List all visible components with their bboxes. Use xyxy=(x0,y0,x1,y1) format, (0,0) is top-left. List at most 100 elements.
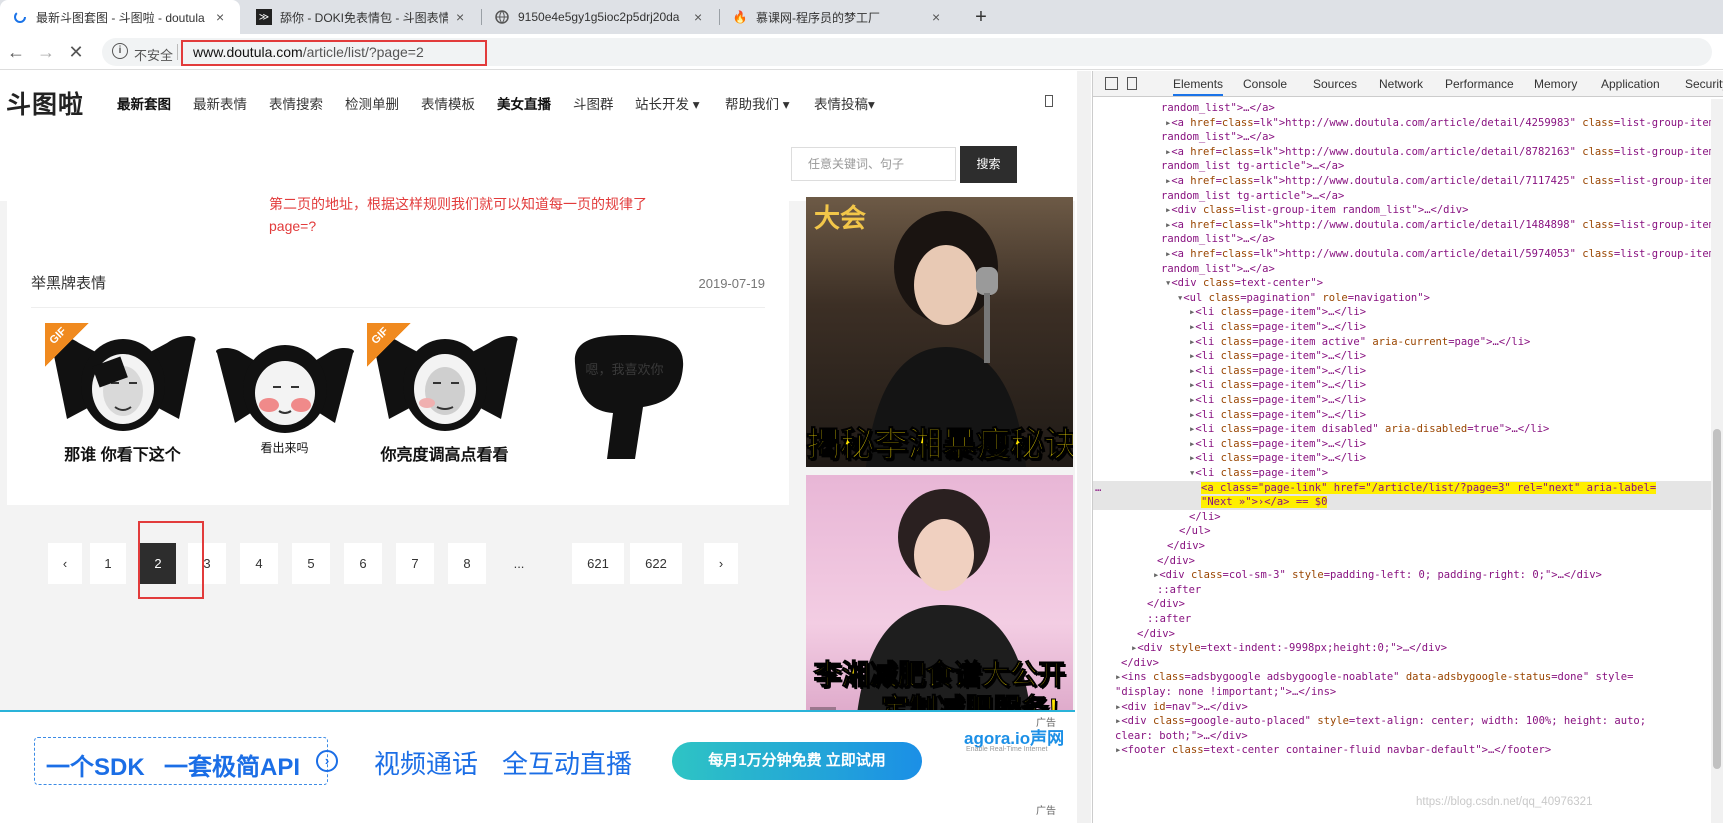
close-tab-icon[interactable]: × xyxy=(694,9,706,25)
tab-doki[interactable]: ≫ 舔你 - DOKI免表情包 - 斗图表情 × xyxy=(244,0,480,34)
stop-loading-icon[interactable]: ✕ xyxy=(64,40,88,64)
dom-node-line[interactable]: </li> xyxy=(1093,510,1723,525)
dom-node-line[interactable]: ▸<a href=class=lk">http://www.doutula.co… xyxy=(1093,116,1723,131)
devtools-tab-network[interactable]: Network xyxy=(1379,77,1423,91)
dom-node-line[interactable]: </ul> xyxy=(1093,524,1723,539)
dom-node-line[interactable]: ▸<a href=class=lk">http://www.doutula.co… xyxy=(1093,174,1723,189)
devtools-scrollbar[interactable] xyxy=(1711,99,1723,823)
devtools-tab-console[interactable]: Console xyxy=(1243,77,1287,91)
close-tab-icon[interactable]: × xyxy=(456,9,468,25)
search-button[interactable]: 搜索 xyxy=(960,146,1017,183)
dom-node-line[interactable]: ▸<li class=page-item active" aria-curren… xyxy=(1093,335,1723,350)
menu-latest-sets[interactable]: 最新套图 xyxy=(117,93,171,113)
article-title[interactable]: 举黑牌表情 xyxy=(31,272,106,293)
devtools-tab-application[interactable]: Application xyxy=(1601,77,1660,91)
dom-node-line[interactable]: ▸<ins class=adsbygoogle adsbygoogle-noab… xyxy=(1093,670,1723,685)
meme-image[interactable]: 看出来吗 xyxy=(207,323,362,463)
article-card[interactable]: 举黑牌表情 2019-07-19 GIF 那谁 你看下这个 看出来吗 GIF 你… xyxy=(7,251,789,505)
security-label[interactable]: 不安全 xyxy=(134,45,173,64)
page-621[interactable]: 621 xyxy=(572,543,624,584)
dom-node-line[interactable]: random_list">…</a> xyxy=(1093,232,1723,247)
page-next[interactable]: › xyxy=(704,543,738,584)
dom-node-line[interactable]: clear: both;">…</div> xyxy=(1093,729,1723,744)
menu-emote-templates[interactable]: 表情模板 xyxy=(421,93,475,113)
dom-node-line[interactable]: </div> xyxy=(1093,627,1723,642)
menu-developers[interactable]: 站长开发 ▾ xyxy=(635,93,700,113)
dom-node-line[interactable]: ▾<div class=text-center"> xyxy=(1093,276,1723,291)
meme-image[interactable]: 嗯，我喜欢你 xyxy=(547,323,702,463)
dom-node-line[interactable]: ::after xyxy=(1093,583,1723,598)
mobile-icon[interactable] xyxy=(1045,95,1053,107)
dom-node-line[interactable]: ▸<footer class=text-center container-flu… xyxy=(1093,743,1723,758)
tab-doutula-list[interactable]: 最新斗图套图 - 斗图啦 - doutula × xyxy=(0,0,240,34)
dom-tree[interactable]: random_list">…</a> ▸<a href=class=lk">htt… xyxy=(1093,99,1723,823)
page-5[interactable]: 5 xyxy=(292,543,330,584)
page-1[interactable]: 1 xyxy=(90,543,126,584)
menu-latest-emotes[interactable]: 最新表情 xyxy=(193,93,247,113)
dom-node-line[interactable]: ▸<li class=page-item">…</li> xyxy=(1093,437,1723,452)
menu-live[interactable]: 美女直播 xyxy=(497,93,551,113)
dom-node-line[interactable]: ▸<div id=nav">…</div> xyxy=(1093,700,1723,715)
dom-node-line[interactable]: ▸<li class=page-item disabled" aria-disa… xyxy=(1093,422,1723,437)
dom-node-line[interactable]: </div> xyxy=(1093,597,1723,612)
dom-node-line[interactable]: ▾<li class=page-item"> xyxy=(1093,466,1723,481)
dom-node-line[interactable]: </div> xyxy=(1093,554,1723,569)
ad-banner[interactable]: 一个SDK 一套极简API › 视频通话 全互动直播 每月1万分钟免费 立即试用… xyxy=(0,710,1075,823)
dom-node-line[interactable]: ▸<li class=page-item">…</li> xyxy=(1093,451,1723,466)
scrollbar-thumb[interactable] xyxy=(1713,429,1721,769)
dom-node-line[interactable]: ▸<li class=page-item">…</li> xyxy=(1093,378,1723,393)
devtools-tab-performance[interactable]: Performance xyxy=(1445,77,1514,91)
dom-node-line[interactable]: ▸<li class=page-item">…</li> xyxy=(1093,408,1723,423)
page-4[interactable]: 4 xyxy=(240,543,278,584)
dom-node-line[interactable]: ::after xyxy=(1093,612,1723,627)
dom-node-line[interactable]: <a class="page-link" href="/article/list… xyxy=(1093,480,1723,496)
menu-submit[interactable]: 表情投稿▾ xyxy=(814,93,875,113)
menu-check-delete[interactable]: 检测单删 xyxy=(345,93,399,113)
dom-node-line[interactable]: </div> xyxy=(1093,656,1723,671)
tab-imooc[interactable]: 🔥 慕课网-程序员的梦工厂 × xyxy=(720,0,956,34)
ad-image-bottom[interactable]: 李湘减肥食谱大公开 定制减肥服务! 广告 xyxy=(806,475,1073,723)
banner-cta-button[interactable]: 每月1万分钟免费 立即试用 xyxy=(672,742,922,780)
meme-image[interactable]: GIF 那谁 你看下这个 xyxy=(45,323,200,464)
dom-node-line[interactable]: ▸<div class=google-auto-placed" style=te… xyxy=(1093,714,1723,729)
menu-emote-search[interactable]: 表情搜索 xyxy=(269,93,323,113)
dom-node-line[interactable]: ▸<li class=page-item">…</li> xyxy=(1093,393,1723,408)
close-tab-icon[interactable]: × xyxy=(932,9,944,25)
search-input[interactable]: 任意关键词、句子 xyxy=(791,147,956,181)
dom-node-line[interactable]: ▸<a href=class=lk">http://www.doutula.co… xyxy=(1093,247,1723,262)
inspect-element-icon[interactable] xyxy=(1105,77,1118,90)
dom-node-line[interactable]: random_list">…</a> xyxy=(1093,130,1723,145)
tab-image[interactable]: 9150e4e5gy1g5ioc2p5drj20da × xyxy=(482,0,718,34)
info-icon[interactable]: i xyxy=(112,43,128,59)
menu-help[interactable]: 帮助我们 ▾ xyxy=(725,93,790,113)
dom-node-line[interactable]: random_list tg-article">…</a> xyxy=(1093,159,1723,174)
new-tab-button[interactable]: + xyxy=(968,4,994,30)
dom-node-line[interactable]: ▸<li class=page-item">…</li> xyxy=(1093,320,1723,335)
forward-arrow-icon[interactable]: → xyxy=(34,40,58,64)
dom-node-line[interactable]: </div> xyxy=(1093,539,1723,554)
site-logo[interactable]: 斗图啦 xyxy=(6,85,84,121)
dom-node-line[interactable]: "display: none !important;">…</ins> xyxy=(1093,685,1723,700)
page-622[interactable]: 622 xyxy=(630,543,682,584)
dom-node-line[interactable]: ▸<li class=page-item">…</li> xyxy=(1093,305,1723,320)
menu-groups[interactable]: 斗图群 xyxy=(573,93,614,113)
meme-image[interactable]: GIF 你亮度调高点看看 xyxy=(367,323,522,464)
dom-node-line[interactable]: ▸<li class=page-item">…</li> xyxy=(1093,349,1723,364)
page-6[interactable]: 6 xyxy=(344,543,382,584)
dom-node-line[interactable]: ▸<div style=text-indent:-9998px;height:0… xyxy=(1093,641,1723,656)
close-tab-icon[interactable]: × xyxy=(216,9,228,25)
dom-node-line[interactable]: ▸<a href=class=lk">http://www.doutula.co… xyxy=(1093,218,1723,233)
dom-node-line[interactable]: ▸<a href=class=lk">http://www.doutula.co… xyxy=(1093,145,1723,160)
dom-node-line[interactable]: random_list tg-article">…</a> xyxy=(1093,189,1723,204)
page-7[interactable]: 7 xyxy=(396,543,434,584)
ad-image-top[interactable]: 大会 揭秘李湘暴瘦秘诀 xyxy=(806,197,1073,467)
devtools-tab-elements[interactable]: Elements xyxy=(1173,77,1224,96)
page-8[interactable]: 8 xyxy=(448,543,486,584)
device-toggle-icon[interactable] xyxy=(1127,77,1137,90)
page-prev[interactable]: ‹ xyxy=(48,543,82,584)
dom-node-line[interactable]: ▸<div class=list-group-item random_list"… xyxy=(1093,203,1723,218)
devtools-tab-security[interactable]: Security xyxy=(1685,77,1723,91)
page-scrollbar[interactable] xyxy=(1077,71,1091,823)
dom-node-line[interactable]: ▸<div class=col-sm-3" style=padding-left… xyxy=(1093,568,1723,583)
devtools-tab-sources[interactable]: Sources xyxy=(1313,77,1357,91)
